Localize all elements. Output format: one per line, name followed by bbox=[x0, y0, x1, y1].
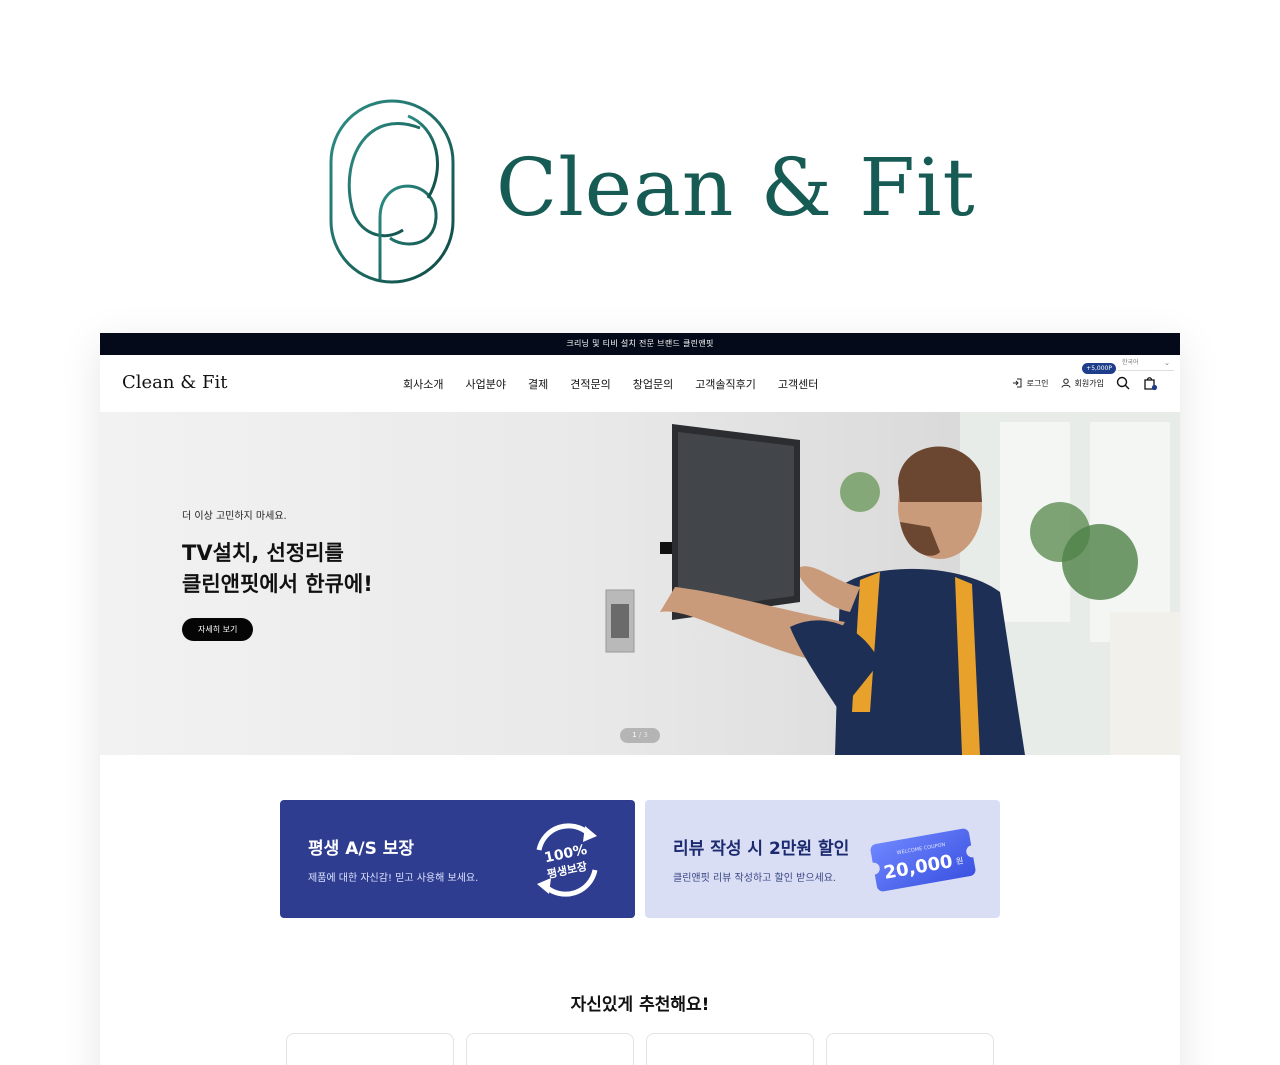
signup-link[interactable]: 회원가입 bbox=[1061, 378, 1104, 389]
language-value: 한국어 bbox=[1122, 359, 1139, 366]
brand-wordmark: Clean & Fit bbox=[496, 141, 976, 234]
nav-item-support[interactable]: 고객센터 bbox=[778, 376, 818, 392]
product-card[interactable] bbox=[646, 1033, 814, 1065]
site-logo[interactable]: Clean & Fit bbox=[122, 372, 227, 393]
hero-text-block: 더 이상 고민하지 마세요. TV설치, 선정리를 클린앤핏에서 한큐에! 자세… bbox=[182, 507, 373, 641]
coupon-unit: 원 bbox=[955, 856, 964, 866]
brand-header: Clean & Fit bbox=[0, 0, 1280, 320]
top-notice-text: 크리닝 및 티비 설치 전문 브랜드 클린앤핏 bbox=[566, 339, 714, 348]
pager-total: 3 bbox=[643, 731, 648, 739]
cf-monogram-icon bbox=[329, 99, 455, 284]
user-icon bbox=[1061, 378, 1071, 388]
promo-title: 리뷰 작성 시 2만원 할인 bbox=[673, 839, 850, 859]
nav-item-reviews[interactable]: 고객솔직후기 bbox=[695, 376, 756, 392]
hero-detail-button[interactable]: 자세히 보기 bbox=[182, 618, 254, 641]
promo-banner-review[interactable]: 리뷰 작성 시 2만원 할인 클린앤핏 리뷰 작성하고 할인 받으세요. WEL… bbox=[645, 800, 1000, 918]
cart-icon[interactable] bbox=[1142, 375, 1158, 391]
lifetime-warranty-icon: 100% 평생보장 bbox=[536, 823, 598, 897]
nav-item-business[interactable]: 사업분야 bbox=[465, 376, 505, 392]
hero-subtitle: 더 이상 고민하지 마세요. bbox=[182, 511, 287, 522]
recommend-title: 자신있게 추천해요! bbox=[570, 995, 710, 1015]
language-select[interactable]: 한국어 ⌄ bbox=[1118, 357, 1174, 371]
recommend-cards bbox=[286, 1033, 994, 1065]
product-card[interactable] bbox=[466, 1033, 634, 1065]
nav-item-franchise[interactable]: 창업문의 bbox=[633, 376, 673, 392]
slide-pager[interactable]: 1 / 3 bbox=[620, 728, 660, 743]
hero-title: TV설치, 선정리를 클린앤핏에서 한큐에! bbox=[182, 541, 373, 596]
product-card[interactable] bbox=[286, 1033, 454, 1065]
main-navigation: Clean & Fit 회사소개 사업분야 결제 견적문의 창업문의 고객솔직후… bbox=[100, 355, 1180, 412]
promo-banner-as[interactable]: 평생 A/S 보장 제품에 대한 자신감! 믿고 사용해 보세요. 100% 평… bbox=[280, 800, 635, 918]
nav-item-payment[interactable]: 결제 bbox=[528, 376, 548, 392]
signup-label: 회원가입 bbox=[1074, 378, 1104, 388]
search-icon[interactable] bbox=[1116, 376, 1130, 390]
website-mockup: 크리닝 및 티비 설치 전문 브랜드 클린앤핏 Clean & Fit 회사소개… bbox=[100, 333, 1180, 1065]
nav-utilities: 로그인 회원가입 bbox=[1012, 375, 1158, 391]
promo-desc: 제품에 대한 자신감! 믿고 사용해 보세요. bbox=[308, 873, 479, 884]
promo-title: 평생 A/S 보장 bbox=[308, 839, 415, 859]
promo-desc: 클린앤핏 리뷰 작성하고 할인 받으세요. bbox=[673, 873, 837, 884]
product-card[interactable] bbox=[826, 1033, 994, 1065]
top-notice-bar: 크리닝 및 티비 설치 전문 브랜드 클린앤핏 bbox=[100, 333, 1180, 355]
nav-menu: 회사소개 사업분야 결제 견적문의 창업문의 고객솔직후기 고객센터 bbox=[403, 376, 818, 392]
coupon-icon: WELCOME COUPON 20,000 원 bbox=[867, 828, 979, 892]
chevron-down-icon: ⌄ bbox=[1164, 359, 1170, 367]
hero-banner: 더 이상 고민하지 마세요. TV설치, 선정리를 클린앤핏에서 한큐에! 자세… bbox=[100, 412, 1180, 755]
login-link[interactable]: 로그인 bbox=[1012, 378, 1049, 389]
login-label: 로그인 bbox=[1026, 378, 1049, 388]
point-badge: +5,000P bbox=[1082, 363, 1116, 374]
nav-item-estimate[interactable]: 견적문의 bbox=[570, 376, 610, 392]
nav-item-company[interactable]: 회사소개 bbox=[403, 376, 443, 392]
login-icon bbox=[1013, 378, 1022, 388]
